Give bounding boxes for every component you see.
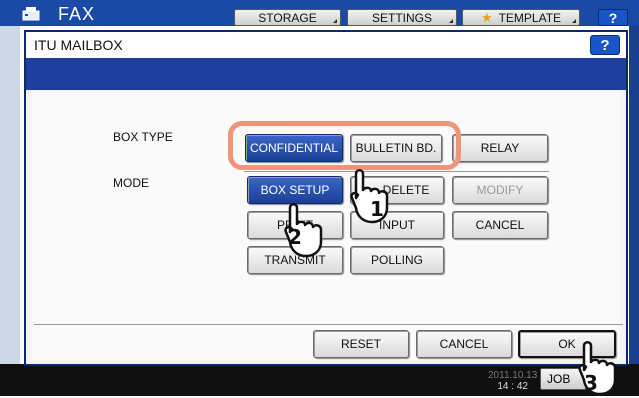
callout-2: 2 — [288, 225, 302, 249]
clock-date: 2011.10.13 — [488, 370, 538, 381]
background-panel — [0, 26, 20, 366]
help-button[interactable]: ? — [590, 35, 620, 55]
fax-icon — [22, 7, 40, 21]
box-type-label: BOX TYPE — [113, 130, 173, 144]
corner-arrow-icon — [572, 19, 576, 23]
corner-arrow-icon — [333, 19, 337, 23]
hand-pointer-icon: 1 — [350, 169, 389, 224]
footer-divider — [34, 324, 623, 325]
callout-1: 1 — [370, 197, 384, 221]
tab-template-label: TEMPLATE — [498, 10, 562, 25]
dialog-message-bar — [26, 58, 626, 90]
box-type-highlight — [228, 121, 461, 170]
clock-time: 14 : 42 — [497, 381, 528, 392]
relay-button[interactable]: RELAY — [452, 134, 548, 162]
background-scroll-strip — [629, 26, 639, 366]
tab-template[interactable]: ★ TEMPLATE — [462, 9, 580, 26]
dialog-title: ITU MAILBOX — [34, 37, 123, 53]
cancel-button[interactable]: CANCEL — [416, 330, 512, 358]
polling-button[interactable]: POLLING — [350, 246, 444, 274]
mode-label: MODE — [113, 176, 149, 190]
job-label: JOB — [547, 372, 571, 386]
modify-button[interactable]: MODIFY — [452, 176, 548, 204]
tab-storage-label: STORAGE — [258, 10, 317, 25]
hand-pointer-icon: 2 — [284, 203, 323, 258]
star-icon: ★ — [480, 9, 493, 25]
hand-pointer-icon: 3 — [578, 341, 617, 396]
clock: 2011.10.13 14 : 42 — [488, 370, 537, 392]
callout-3: 3 — [584, 371, 598, 395]
app-title: FAX — [58, 4, 96, 24]
tab-settings[interactable]: SETTINGS — [347, 9, 457, 26]
tab-storage[interactable]: STORAGE — [234, 9, 341, 26]
corner-arrow-icon — [449, 19, 453, 23]
tab-settings-label: SETTINGS — [371, 10, 432, 25]
dialog-title-bar: ITU MAILBOX ? — [26, 32, 626, 58]
reset-button[interactable]: RESET — [313, 330, 409, 358]
help-button-background[interactable]: ? — [598, 9, 628, 26]
cancel-mode-button[interactable]: CANCEL — [452, 211, 548, 239]
